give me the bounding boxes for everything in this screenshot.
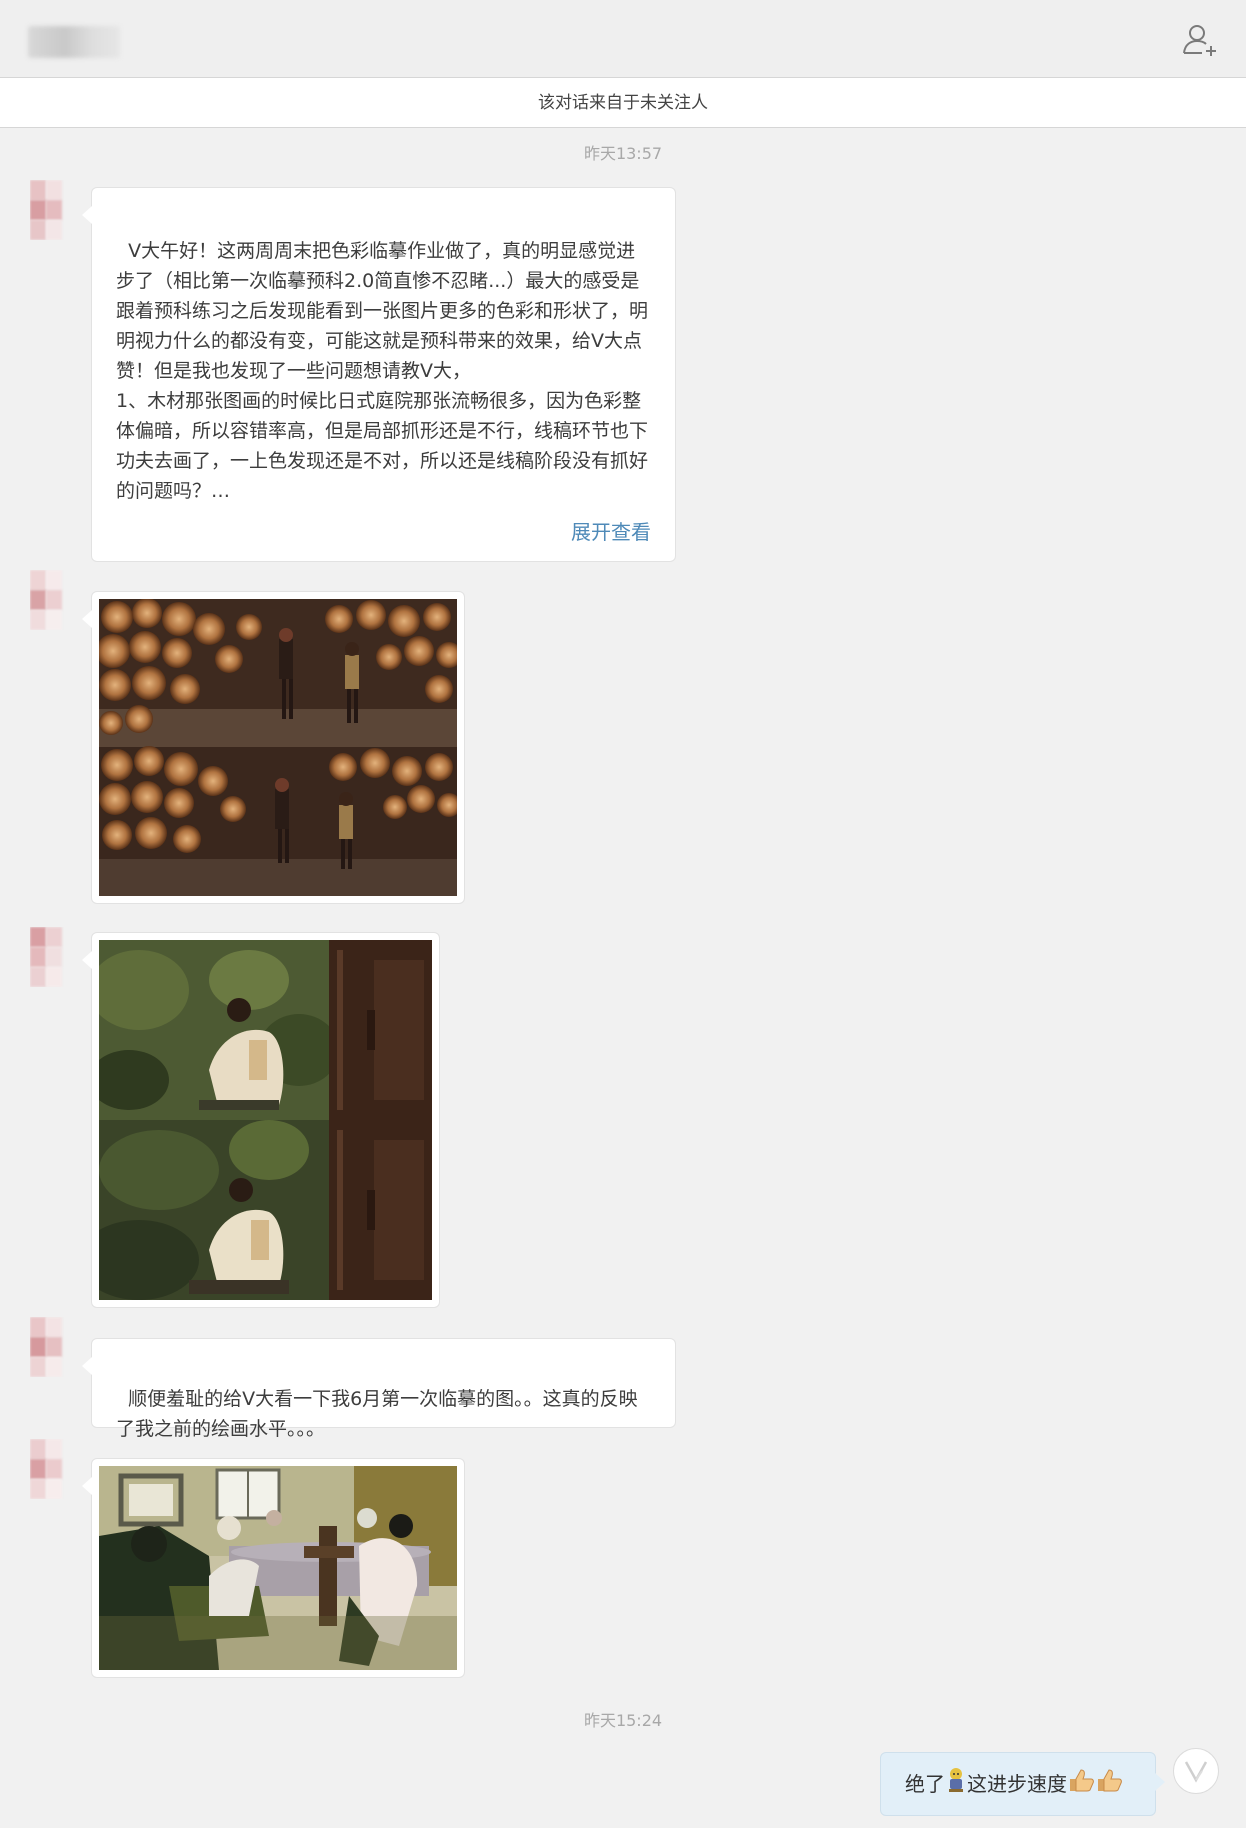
thumbs-up-icon: [1067, 1755, 1095, 1817]
lumber-yard-image: [99, 599, 457, 896]
image-message[interactable]: [82, 1458, 465, 1678]
avatar[interactable]: [30, 1317, 78, 1377]
contact-name-blurred: [28, 26, 120, 58]
image-message[interactable]: [82, 591, 465, 904]
emoji-lantern-icon: [945, 1755, 967, 1817]
avatar[interactable]: [30, 180, 78, 240]
illustration-image: [99, 1466, 457, 1670]
expand-link[interactable]: 展开查看: [571, 517, 651, 547]
message-bubble[interactable]: 顺便羞耻的给V大看一下我6月第一次临摹的图。。这真的反映了我之前的绘画水平。。。: [82, 1338, 676, 1440]
message-text: V大午好！这两周周末把色彩临摹作业做了，真的明显感觉进步了（相比第一次临摹预科2…: [116, 240, 649, 502]
chat-header: [0, 0, 1246, 78]
sent-message-bubble[interactable]: 绝了 这进步速度: [880, 1752, 1165, 1817]
avatar[interactable]: [30, 1439, 78, 1499]
image-message[interactable]: [82, 932, 440, 1308]
v-logo-icon: [1184, 1761, 1208, 1783]
message-text: 顺便羞耻的给V大看一下我6月第一次临摹的图。。这真的反映了我之前的绘画水平。。。: [116, 1388, 638, 1440]
unfollowed-notice: 该对话来自于未关注人: [0, 78, 1246, 128]
add-user-icon[interactable]: [1180, 22, 1220, 58]
reply-text-prefix: 绝了: [905, 1772, 945, 1796]
thumbs-up-icon: [1095, 1755, 1123, 1817]
garden-image: [99, 940, 432, 1300]
self-avatar[interactable]: [1173, 1748, 1219, 1794]
avatar[interactable]: [30, 927, 78, 987]
timestamp: 昨天15:24: [583, 1711, 663, 1730]
message-bubble[interactable]: V大午好！这两周周末把色彩临摹作业做了，真的明显感觉进步了（相比第一次临摹预科2…: [82, 187, 676, 562]
reply-text-middle: 这进步速度: [967, 1772, 1067, 1796]
avatar[interactable]: [30, 570, 78, 630]
timestamp: 昨天13:57: [583, 144, 663, 163]
